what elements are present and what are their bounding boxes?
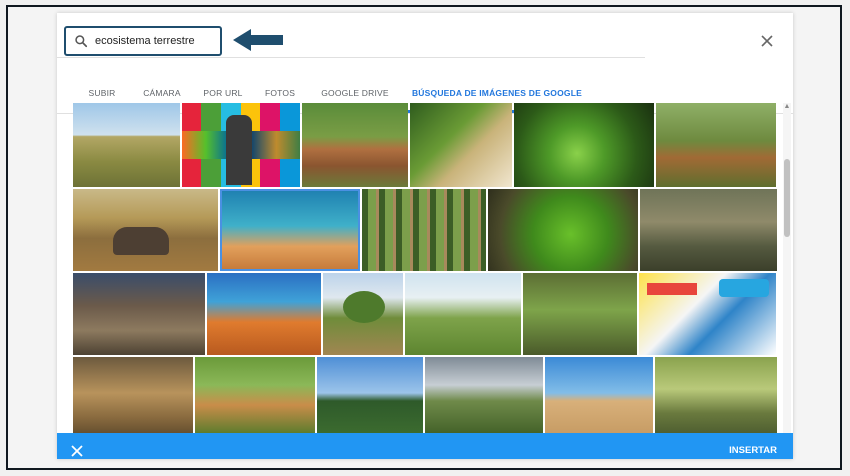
image-tile[interactable] xyxy=(655,357,777,433)
image-tile[interactable] xyxy=(207,273,321,355)
image-tile[interactable] xyxy=(73,273,205,355)
image-insert-dialog: ecosistema terrestre SUBIR CÁMARA POR UR… xyxy=(57,13,793,459)
image-tile[interactable] xyxy=(640,189,777,271)
insert-button[interactable]: INSERTAR xyxy=(729,433,777,459)
image-tile[interactable] xyxy=(182,103,300,187)
image-tile[interactable] xyxy=(523,273,637,355)
search-bar: ecosistema terrestre xyxy=(57,25,645,58)
image-results-grid xyxy=(73,103,785,433)
search-input[interactable]: ecosistema terrestre xyxy=(64,26,222,56)
image-tile[interactable] xyxy=(73,189,218,271)
image-tile[interactable] xyxy=(425,357,543,433)
image-tile[interactable] xyxy=(220,189,360,271)
scrollbar-thumb[interactable] xyxy=(784,159,790,237)
image-tile[interactable] xyxy=(317,357,423,433)
image-tile[interactable] xyxy=(656,103,776,187)
results-scrollbar[interactable] xyxy=(783,103,791,433)
image-tile[interactable] xyxy=(488,189,638,271)
image-tile[interactable] xyxy=(362,189,486,271)
image-tile[interactable] xyxy=(514,103,654,187)
search-query: ecosistema terrestre xyxy=(95,35,195,47)
arrow-left-icon xyxy=(233,29,285,51)
scroll-up-icon[interactable]: ▲ xyxy=(783,103,791,111)
image-tile[interactable] xyxy=(73,357,193,433)
image-tile[interactable] xyxy=(405,273,521,355)
image-tile[interactable] xyxy=(302,103,408,187)
image-tile[interactable] xyxy=(195,357,315,433)
close-icon[interactable] xyxy=(67,433,87,459)
image-tile[interactable] xyxy=(323,273,403,355)
search-icon[interactable] xyxy=(70,28,92,54)
image-tile[interactable] xyxy=(639,273,776,355)
action-bar: INSERTAR xyxy=(57,433,793,459)
image-tile[interactable] xyxy=(545,357,653,433)
close-icon[interactable] xyxy=(757,31,777,51)
image-tile[interactable] xyxy=(73,103,180,187)
image-tile[interactable] xyxy=(410,103,512,187)
